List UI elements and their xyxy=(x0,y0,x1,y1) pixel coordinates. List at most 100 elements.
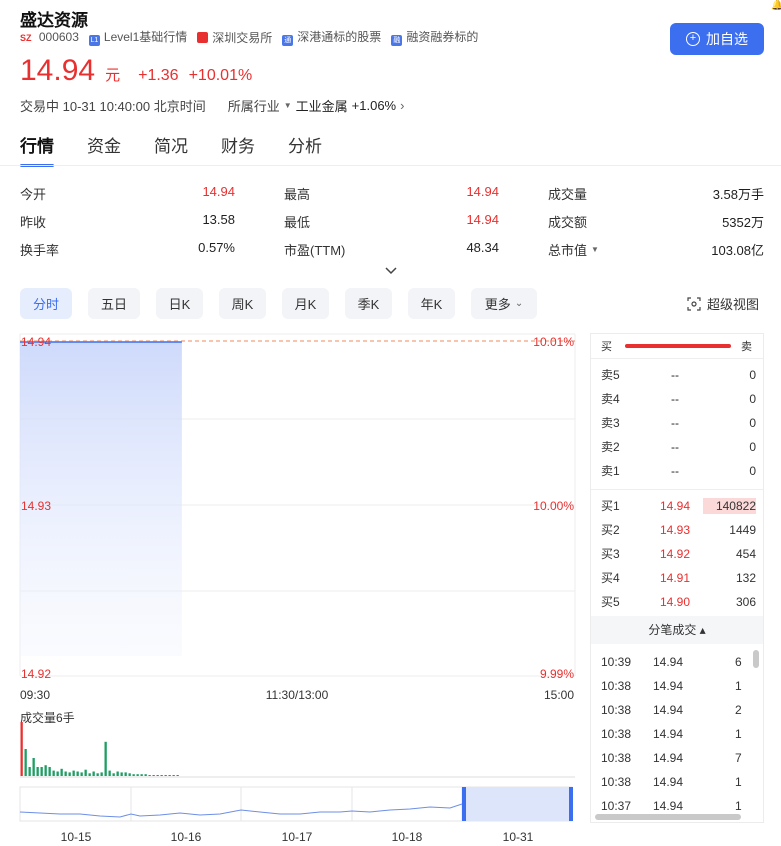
volume-bar xyxy=(112,773,115,776)
navigator-handle-right[interactable] xyxy=(569,787,573,821)
volume-bar xyxy=(64,771,67,776)
volume-bar xyxy=(124,772,127,776)
volume-bar xyxy=(168,775,171,776)
trade-row: 10:38 14.94 1 xyxy=(601,674,751,698)
bid-price: 14.92 xyxy=(659,547,691,561)
china-flag-icon xyxy=(197,31,209,43)
volume-bar xyxy=(172,775,175,776)
trades-vertical-scrollbar[interactable] xyxy=(753,650,759,668)
period-5day[interactable]: 五日 xyxy=(88,288,140,319)
trade-price: 14.94 xyxy=(653,679,684,693)
stat-label: 最高 xyxy=(284,187,311,202)
period-intraday[interactable]: 分时 xyxy=(20,288,72,319)
ask-label: 卖1 xyxy=(601,464,620,478)
trading-status: 交易中 10-31 10:40:00 北京时间 xyxy=(20,99,206,114)
period-year-k[interactable]: 年K xyxy=(408,288,455,319)
market-badge: SZ xyxy=(20,33,32,43)
trades-horizontal-scrollbar[interactable] xyxy=(595,814,741,820)
ask-volume: 0 xyxy=(749,368,756,382)
volume-bar xyxy=(76,771,79,776)
time-axis-mid: 11:30/13:00 xyxy=(266,688,329,702)
stat-value: 5352万 xyxy=(722,215,764,230)
period-week-k[interactable]: 周K xyxy=(219,288,266,319)
volume-bar xyxy=(92,771,95,776)
trade-time: 10:38 xyxy=(601,775,632,789)
nav-date: 10-31 xyxy=(503,830,534,844)
ask-price: -- xyxy=(671,464,679,478)
expand-chevron-icon[interactable] xyxy=(384,265,398,275)
market-cap-selector[interactable]: 总市值 ▼ xyxy=(548,240,599,259)
volume-bar xyxy=(52,770,55,776)
main-tabs: 行情 资金 简况 财务 分析 xyxy=(20,132,322,167)
navigator-selection[interactable] xyxy=(462,787,572,821)
bid-label: 买5 xyxy=(601,595,620,609)
bid-volume: 132 xyxy=(735,571,756,585)
stat-value: 3.58万手 xyxy=(712,187,764,202)
bid-row: 买2 14.93 1449 xyxy=(601,518,756,542)
level1-icon: L1 xyxy=(88,35,100,46)
volume-label: 成交量6手 xyxy=(20,710,75,725)
volume-bar xyxy=(88,773,91,776)
period-day-k[interactable]: 日K xyxy=(156,288,203,319)
volume-bar xyxy=(68,772,71,776)
price-change: +1.36 xyxy=(138,67,179,84)
stock-tags: SZ 000603 L1 Level1基础行情 深圳交易所 通深港通标的股票 融融… xyxy=(20,28,478,46)
stat-label: 今开 xyxy=(20,187,47,202)
trade-time: 10:38 xyxy=(601,703,632,717)
tab-analysis[interactable]: 分析 xyxy=(288,132,322,167)
bid-label: 买4 xyxy=(601,571,620,585)
stat-value: 48.34 xyxy=(466,240,499,255)
add-watchlist-button[interactable]: + 加自选 xyxy=(670,23,764,55)
ask-price: -- xyxy=(671,368,679,382)
bid-volume: 1449 xyxy=(729,523,756,537)
trade-time: 10:38 xyxy=(601,727,632,741)
tab-quote[interactable]: 行情 xyxy=(20,132,54,167)
volume-bar xyxy=(20,722,23,776)
trade-time: 10:39 xyxy=(601,655,632,669)
volume-bar xyxy=(132,774,135,776)
volume-bar xyxy=(80,772,83,776)
tab-finance[interactable]: 财务 xyxy=(221,132,255,167)
bid-label: 买3 xyxy=(601,547,620,561)
trade-price: 14.94 xyxy=(653,703,684,717)
pct-axis-mid: 10.00% xyxy=(533,499,574,513)
ask-price: -- xyxy=(671,392,679,406)
volume-bar xyxy=(152,775,155,776)
chevron-down-icon: ⌄ xyxy=(514,298,524,309)
status-row: 交易中 10-31 10:40:00 北京时间 所属行业 ▼ 工业金属 +1.0… xyxy=(20,96,404,115)
margin-icon: 融 xyxy=(391,35,403,46)
bid-price: 14.94 xyxy=(659,499,691,513)
intraday-chart[interactable]: 14.94 14.93 14.92 10.01% 10.00% 9.99% 09… xyxy=(0,330,590,846)
tab-fund[interactable]: 资金 xyxy=(87,132,121,167)
bid-row: 买3 14.92 454 xyxy=(601,542,756,566)
nav-date: 10-18 xyxy=(392,830,423,844)
period-quarter-k[interactable]: 季K xyxy=(345,288,392,319)
trade-volume: 7 xyxy=(735,751,742,765)
tab-profile[interactable]: 简况 xyxy=(154,132,188,167)
industry-change: +1.06% xyxy=(351,98,397,113)
trade-row: 10:37 14.94 1 xyxy=(601,794,751,812)
industry-label: 所属行业 xyxy=(227,99,280,114)
bid-volume: 454 xyxy=(735,547,756,561)
time-axis-start: 09:30 xyxy=(20,688,50,702)
trade-row: 10:38 14.94 1 xyxy=(601,722,751,746)
bid-volume: 306 xyxy=(735,595,756,609)
caret-down-icon: ▼ xyxy=(283,101,292,110)
order-book: 买 卖 卖5 -- 0 卖4 -- 0 卖3 -- 0 卖2 -- 0 卖1 -… xyxy=(590,333,764,823)
super-view-button[interactable]: 超级视图 xyxy=(687,294,759,313)
stat-value: 14.94 xyxy=(466,212,499,227)
trade-time: 10:38 xyxy=(601,751,632,765)
trades-header[interactable]: 分笔成交 ▴ xyxy=(591,616,763,644)
trade-volume: 1 xyxy=(735,727,742,741)
tag-label: 融资融券标的 xyxy=(406,30,479,44)
current-price: 14.94 xyxy=(20,54,96,87)
navigator-handle-left[interactable] xyxy=(462,787,466,821)
nav-date: 10-16 xyxy=(171,830,202,844)
volume-bar xyxy=(176,775,179,776)
tab-divider xyxy=(0,165,781,166)
volume-bar xyxy=(72,770,75,776)
period-more[interactable]: 更多 ⌄ xyxy=(471,288,537,319)
period-month-k[interactable]: 月K xyxy=(282,288,329,319)
industry-link[interactable]: 所属行业 ▼ 工业金属 +1.06% › xyxy=(228,96,405,115)
bell-icon[interactable]: 🔔 xyxy=(771,0,781,10)
